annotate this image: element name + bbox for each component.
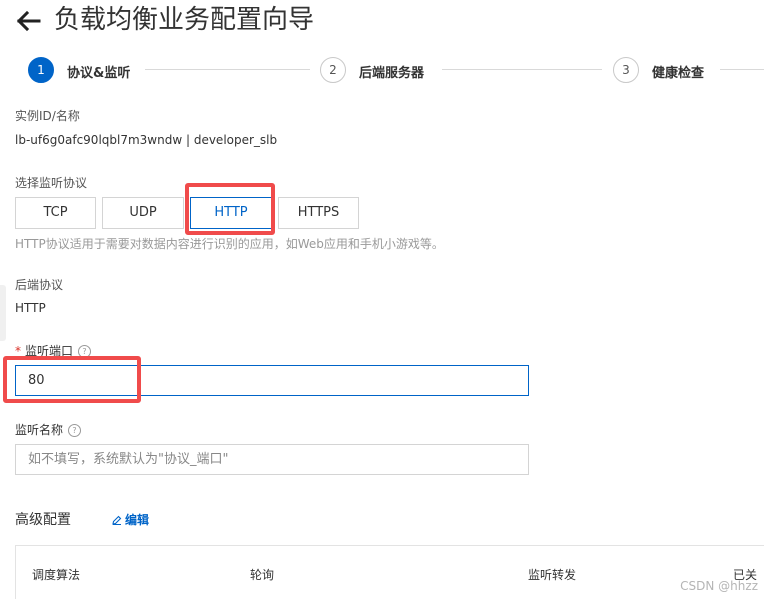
protocol-http-button[interactable]: HTTP — [190, 197, 272, 229]
protocol-https-button[interactable]: HTTPS — [278, 197, 359, 229]
instance-value: lb-uf6g0afc90lqbl7m3wndw | developer_slb — [15, 133, 278, 147]
listen-name-label-text: 监听名称 — [15, 423, 64, 437]
side-collapse-handle[interactable] — [0, 285, 6, 341]
listen-forward-label: 监听转发 — [528, 568, 577, 582]
step-divider — [145, 69, 310, 70]
advanced-config-title: 高级配置 — [15, 512, 71, 528]
schedule-algorithm-label: 调度算法 — [32, 568, 81, 582]
watermark: CSDN @hhzz — [680, 579, 758, 593]
step-3-label: 健康检查 — [652, 66, 705, 81]
step-divider — [442, 69, 602, 70]
step-1-label: 协议&监听 — [67, 66, 131, 81]
required-mark: * — [15, 344, 21, 358]
step-1-number: 1 — [28, 57, 54, 83]
listen-name-input[interactable] — [15, 444, 529, 475]
question-icon[interactable]: ? — [68, 424, 82, 437]
protocol-udp-button[interactable]: UDP — [102, 197, 184, 229]
listen-name-label: 监听名称? — [15, 421, 82, 438]
step-2-number: 2 — [320, 57, 346, 83]
wizard-page: 负载均衡业务配置向导 1 协议&监听 2 后端服务器 3 健康检查 实例ID/名… — [0, 0, 764, 599]
listen-port-label: * 监听端口? — [15, 342, 92, 359]
advanced-config-panel — [15, 545, 764, 599]
protocol-help-text: HTTP协议适用于需要对数据内容进行识别的应用，如Web应用和手机小游戏等。 — [15, 237, 444, 251]
step-3-number: 3 — [613, 57, 639, 83]
page-title: 负载均衡业务配置向导 — [54, 5, 315, 35]
arrow-left-icon — [16, 10, 41, 32]
backend-protocol-value: HTTP — [15, 301, 46, 315]
step-divider — [720, 69, 764, 70]
listen-port-label-text: 监听端口 — [25, 344, 74, 358]
back-button[interactable] — [12, 6, 44, 36]
protocol-tcp-button[interactable]: TCP — [15, 197, 96, 229]
question-icon[interactable]: ? — [78, 345, 92, 358]
schedule-algorithm-value: 轮询 — [250, 568, 275, 582]
backend-protocol-label: 后端协议 — [15, 278, 64, 292]
step-2-label: 后端服务器 — [359, 66, 425, 81]
edit-link[interactable]: 编辑 — [112, 511, 149, 528]
listen-port-input[interactable] — [15, 365, 529, 396]
edit-link-label: 编辑 — [125, 513, 150, 527]
protocol-label: 选择监听协议 — [15, 176, 88, 190]
pencil-icon — [112, 515, 122, 526]
instance-label: 实例ID/名称 — [15, 109, 80, 123]
